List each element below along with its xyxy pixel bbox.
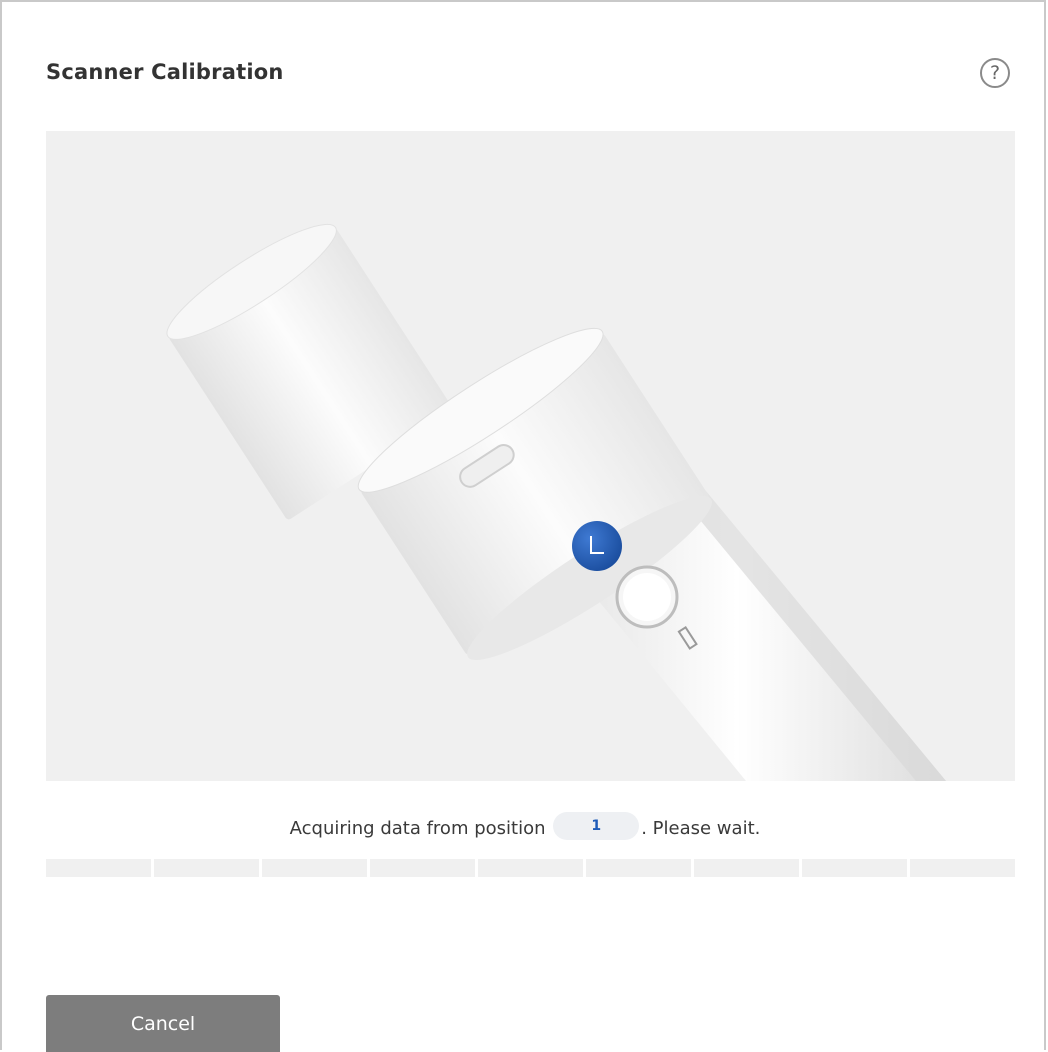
progress-segment: [586, 859, 691, 877]
calibration-progress: [46, 859, 1015, 877]
help-icon[interactable]: ?: [980, 58, 1010, 88]
progress-segment: [370, 859, 475, 877]
progress-segment: [910, 859, 1015, 877]
status-suffix: . Please wait.: [641, 818, 761, 839]
scanner-image: [166, 223, 946, 781]
position-badge: 1: [553, 812, 640, 840]
calibration-dialog: Scanner Calibration ? Acquiring data fro…: [0, 0, 1048, 1052]
progress-segment: [262, 859, 367, 877]
progress-segment: [46, 859, 151, 877]
progress-segment: [154, 859, 259, 877]
progress-segment: [694, 859, 799, 877]
dialog-title: Scanner Calibration: [46, 60, 284, 84]
cancel-button[interactable]: Cancel: [46, 995, 280, 1052]
progress-segment: [478, 859, 583, 877]
scanner-illustration: [46, 131, 1015, 781]
status-message: Acquiring data from position 1. Please w…: [2, 812, 1048, 840]
status-prefix: Acquiring data from position: [289, 818, 546, 839]
progress-segment: [802, 859, 907, 877]
